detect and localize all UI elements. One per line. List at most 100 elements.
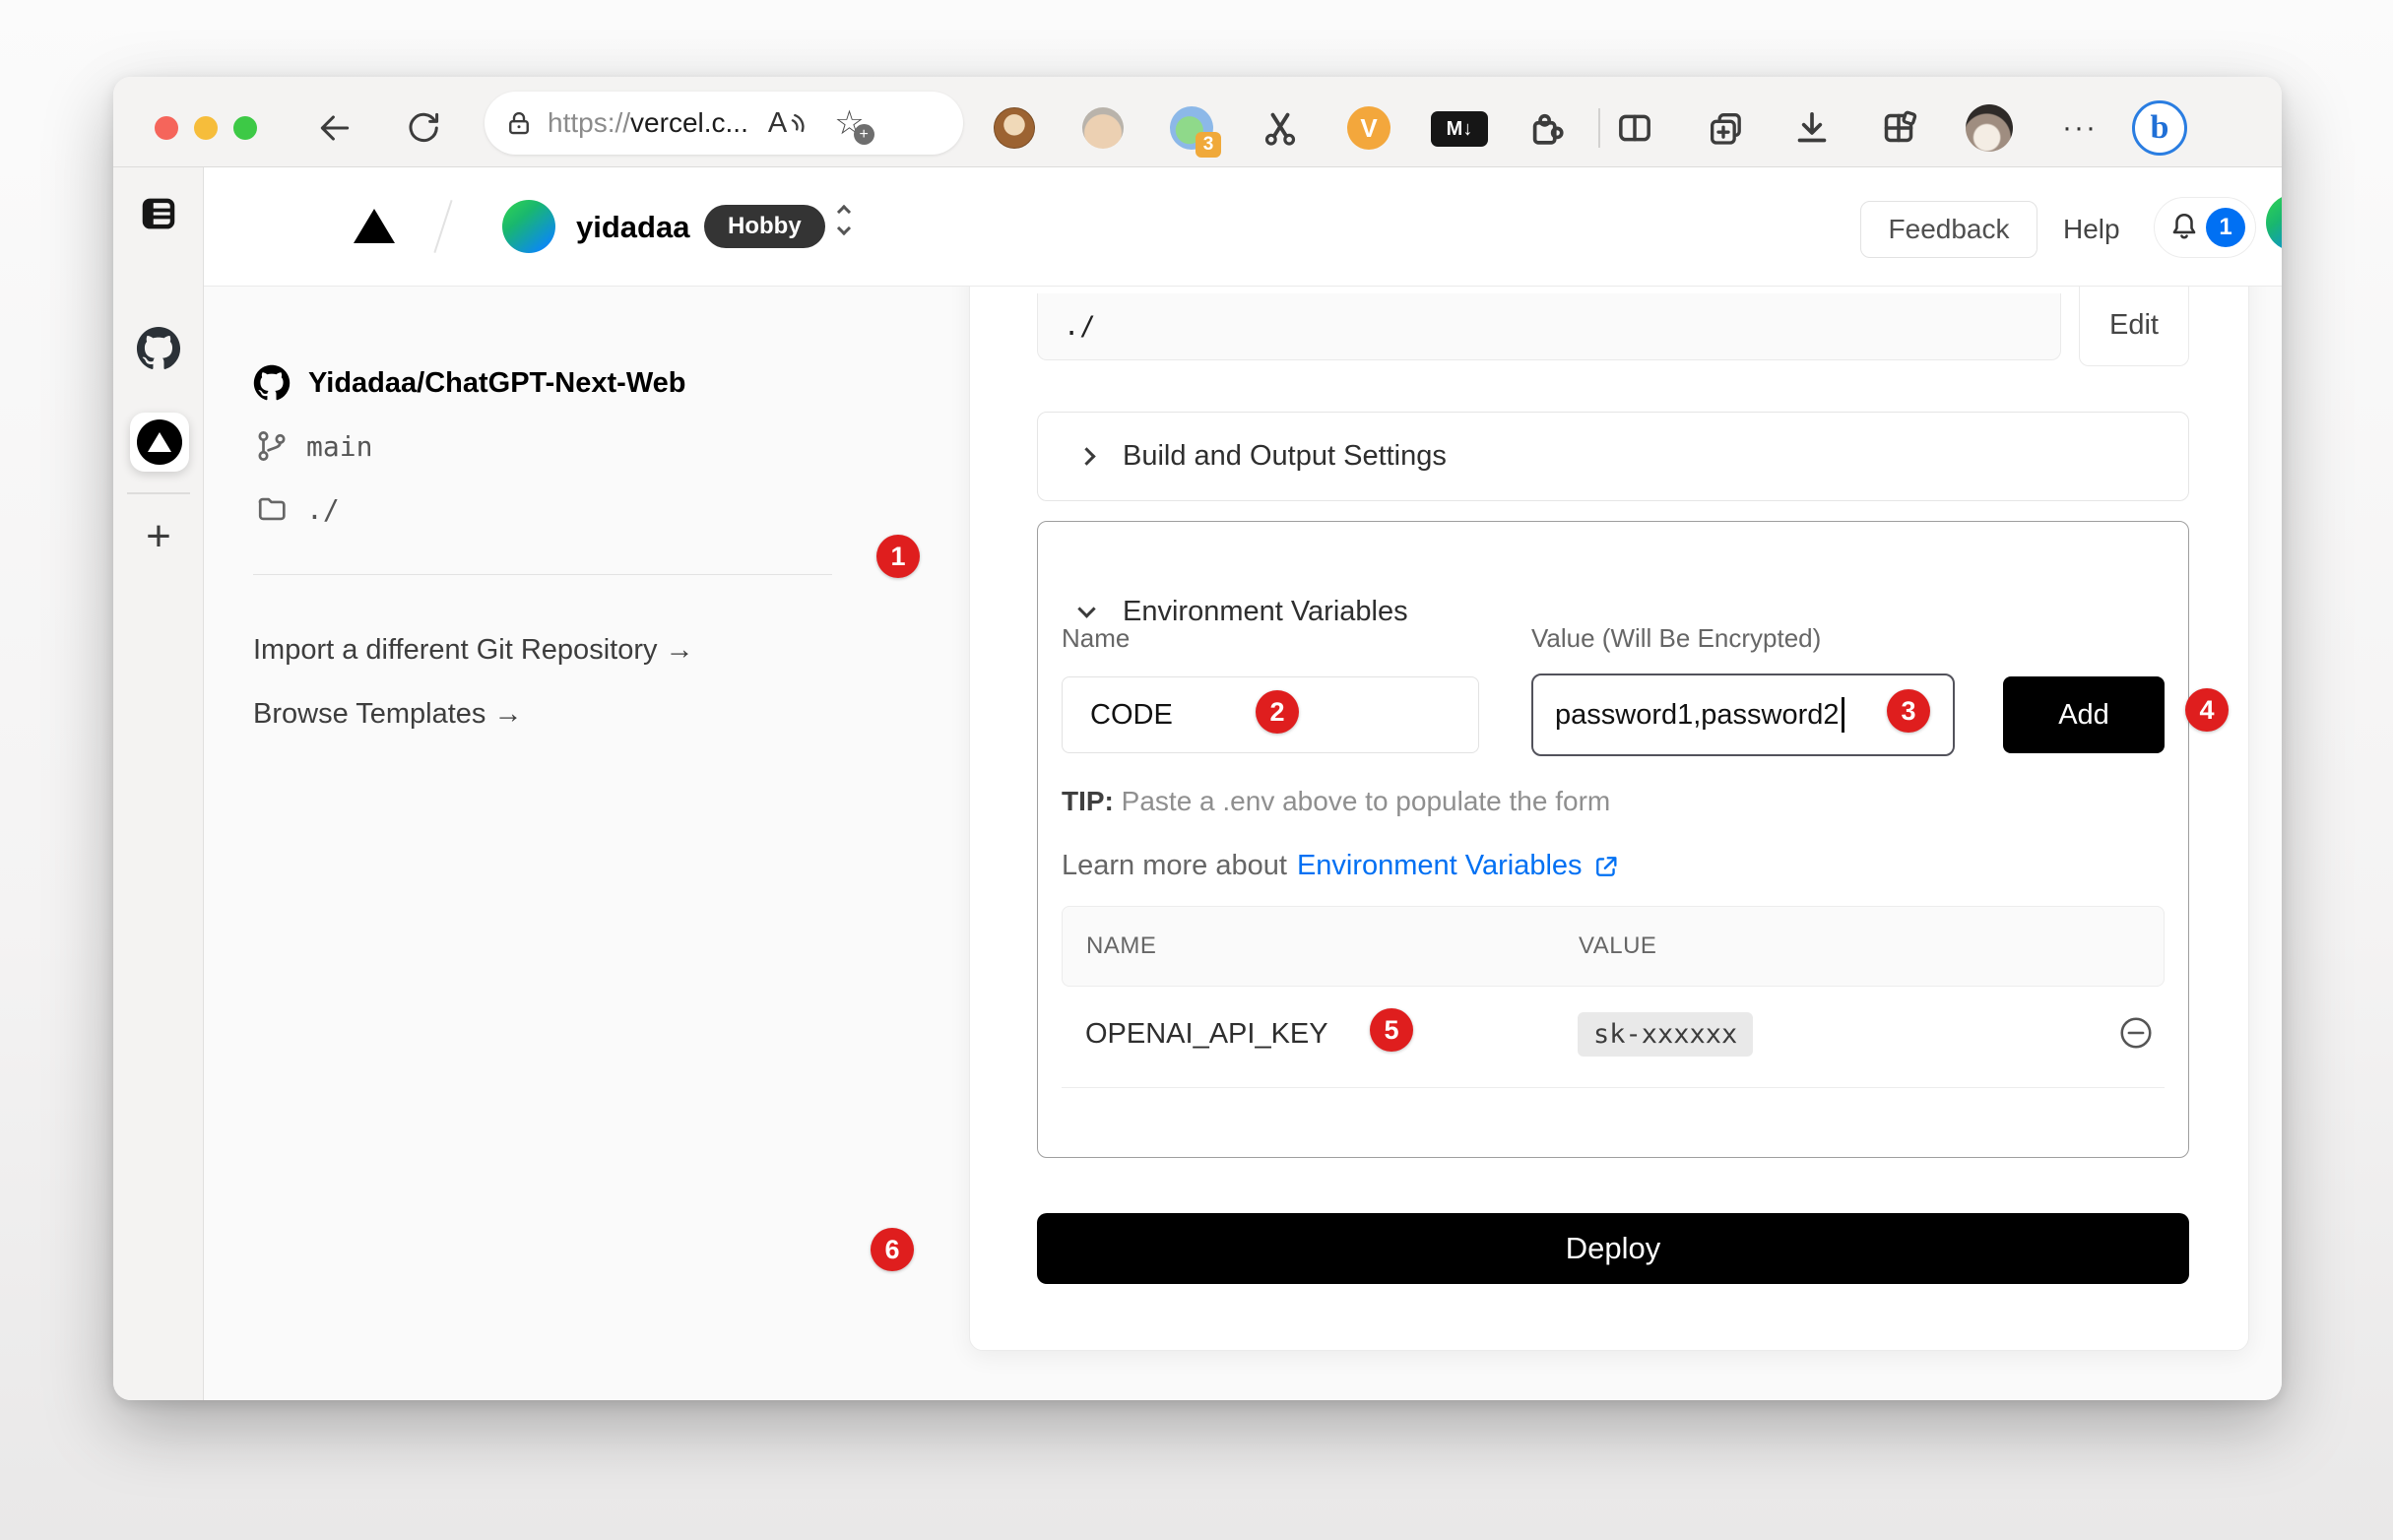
environment-variables-section: Environment Variables Name Value (Will B…	[1037, 521, 2189, 1158]
address-bar[interactable]: https://vercel.c... A ☆ +	[485, 92, 963, 155]
annotation-badge-1: 1	[876, 535, 920, 578]
url-host: vercel.c...	[630, 107, 748, 138]
folder-icon	[255, 492, 289, 526]
user-avatar[interactable]	[2266, 194, 2282, 251]
scissors-extension-icon[interactable]	[1257, 104, 1304, 152]
vimium-extension-icon[interactable]: V	[1345, 104, 1392, 152]
github-icon	[253, 364, 291, 402]
minimize-window-button[interactable]	[194, 116, 218, 140]
browser-sidebar: +	[113, 167, 204, 1400]
external-link-icon	[1592, 853, 1620, 880]
face-extension-icon[interactable]	[1079, 104, 1127, 152]
zoom-window-button[interactable]	[233, 116, 257, 140]
vercel-active-tab[interactable]	[130, 413, 189, 472]
bing-chat-icon[interactable]: b	[2130, 98, 2189, 158]
browser-toolbar: https://vercel.c... A ☆ + 3 V	[113, 77, 2282, 167]
env-row-name: OPENAI_API_KEY	[1085, 1018, 1328, 1051]
vercel-page: ./ Edit Build and Output Settings Enviro…	[204, 167, 2282, 1400]
value-label: Value (Will Be Encrypted)	[1531, 623, 1821, 654]
settings-menu-icon[interactable]: ···	[2048, 106, 2111, 150]
annotation-badge-5: 5	[1370, 1008, 1413, 1052]
text-cursor	[1842, 697, 1844, 733]
deploy-button[interactable]: Deploy	[1037, 1213, 2189, 1284]
markdown-extension-icon[interactable]: M↓	[1430, 110, 1489, 148]
edit-root-directory-button[interactable]: Edit	[2079, 285, 2189, 366]
close-window-button[interactable]	[155, 116, 178, 140]
monkey-extension-icon[interactable]	[991, 104, 1038, 152]
annotation-badge-4: 4	[2185, 688, 2229, 732]
downloads-icon[interactable]	[1788, 104, 1836, 152]
repo-name: Yidadaa/ChatGPT-Next-Web	[308, 367, 686, 400]
row-divider	[1062, 1087, 2165, 1088]
apps-icon[interactable]	[1875, 104, 1922, 152]
github-tab-icon[interactable]	[135, 325, 182, 372]
left-column-divider	[253, 574, 832, 575]
env-docs-link[interactable]: Environment Variables	[1297, 850, 1583, 882]
root-directory-input[interactable]: ./	[1037, 293, 2061, 360]
workspaces-panel-icon[interactable]	[135, 190, 182, 237]
directory-row: ./	[255, 492, 340, 526]
refresh-icon[interactable]	[402, 106, 445, 150]
root-directory-value: ./	[1064, 311, 1096, 342]
new-tab-button[interactable]: +	[113, 502, 204, 571]
env-section-title: Environment Variables	[1123, 596, 1408, 628]
build-section-title: Build and Output Settings	[1123, 440, 1447, 473]
learn-more-prefix: Learn more about	[1062, 850, 1287, 882]
team-switcher-icon[interactable]	[839, 207, 849, 233]
team-name[interactable]: yidadaa	[576, 210, 689, 245]
split-screen-icon[interactable]	[1611, 104, 1658, 152]
toolbar-divider	[1598, 108, 1600, 148]
branch-row: main	[255, 429, 372, 463]
sidebar-divider	[127, 492, 190, 494]
help-link[interactable]: Help	[2063, 201, 2120, 258]
table-name-header: NAME	[1086, 932, 1156, 960]
url-text: https://vercel.c...	[548, 107, 748, 139]
annotation-badge-6: 6	[871, 1228, 914, 1271]
plan-badge: Hobby	[704, 205, 825, 248]
add-env-button[interactable]: Add	[2003, 676, 2165, 753]
team-avatar[interactable]	[502, 200, 555, 253]
extensions-puzzle-icon[interactable]	[1522, 104, 1570, 152]
branch-name: main	[306, 430, 372, 463]
learn-more-line: Learn more about Environment Variables	[1062, 850, 1620, 882]
collections-icon[interactable]	[1702, 104, 1749, 152]
import-different-repo-link[interactable]: Import a different Git Repository →	[253, 634, 694, 667]
bell-icon	[2167, 210, 2202, 245]
env-value-text: password1,password2	[1555, 699, 1840, 732]
configure-project-card: ./ Edit Build and Output Settings Enviro…	[969, 254, 2249, 1351]
remove-env-icon[interactable]	[2117, 1014, 2155, 1052]
tip-text: Paste a .env above to populate the form	[1114, 786, 1610, 816]
add-favorite-icon[interactable]: ☆ +	[834, 103, 864, 143]
feedback-button[interactable]: Feedback	[1860, 201, 2037, 258]
notifications-button[interactable]: 1	[2154, 197, 2256, 258]
table-value-header: VALUE	[1579, 932, 1656, 960]
url-scheme: https://	[548, 107, 630, 138]
chevron-right-icon	[1077, 447, 1095, 465]
notification-count-badge: 1	[2206, 208, 2245, 247]
env-table-header: NAME VALUE	[1062, 906, 2165, 987]
name-label: Name	[1062, 623, 1130, 654]
vercel-logo[interactable]	[354, 209, 395, 243]
back-icon[interactable]	[313, 106, 356, 150]
vercel-tab-icon	[137, 419, 182, 465]
env-table-row: OPENAI_API_KEY sk-xxxxxx	[1038, 987, 2188, 1085]
env-name-value: CODE	[1090, 699, 1173, 732]
repo-summary: Yidadaa/ChatGPT-Next-Web	[253, 364, 686, 402]
lock-icon	[504, 108, 534, 138]
annotation-badge-2: 2	[1256, 690, 1299, 734]
env-tip: TIP: Paste a .env above to populate the …	[1062, 786, 1610, 817]
browse-templates-link[interactable]: Browse Templates →	[253, 698, 522, 731]
env-row-value: sk-xxxxxx	[1578, 1012, 1753, 1057]
extension-count-badge: 3	[1196, 132, 1221, 158]
git-branch-icon	[255, 429, 289, 463]
vercel-header: yidadaa Hobby Feedback Help 1	[204, 167, 2282, 287]
build-output-settings-section[interactable]: Build and Output Settings	[1037, 412, 2189, 501]
browser-window: https://vercel.c... A ☆ + 3 V	[113, 77, 2282, 1400]
tip-label: TIP:	[1062, 786, 1114, 816]
directory-value: ./	[306, 493, 340, 526]
read-aloud-icon[interactable]: A	[768, 107, 807, 140]
annotation-badge-3: 3	[1887, 689, 1930, 733]
badge-extension-icon[interactable]: 3	[1166, 102, 1217, 154]
profile-avatar[interactable]	[1964, 102, 2015, 154]
chevron-down-icon	[1077, 600, 1095, 617]
